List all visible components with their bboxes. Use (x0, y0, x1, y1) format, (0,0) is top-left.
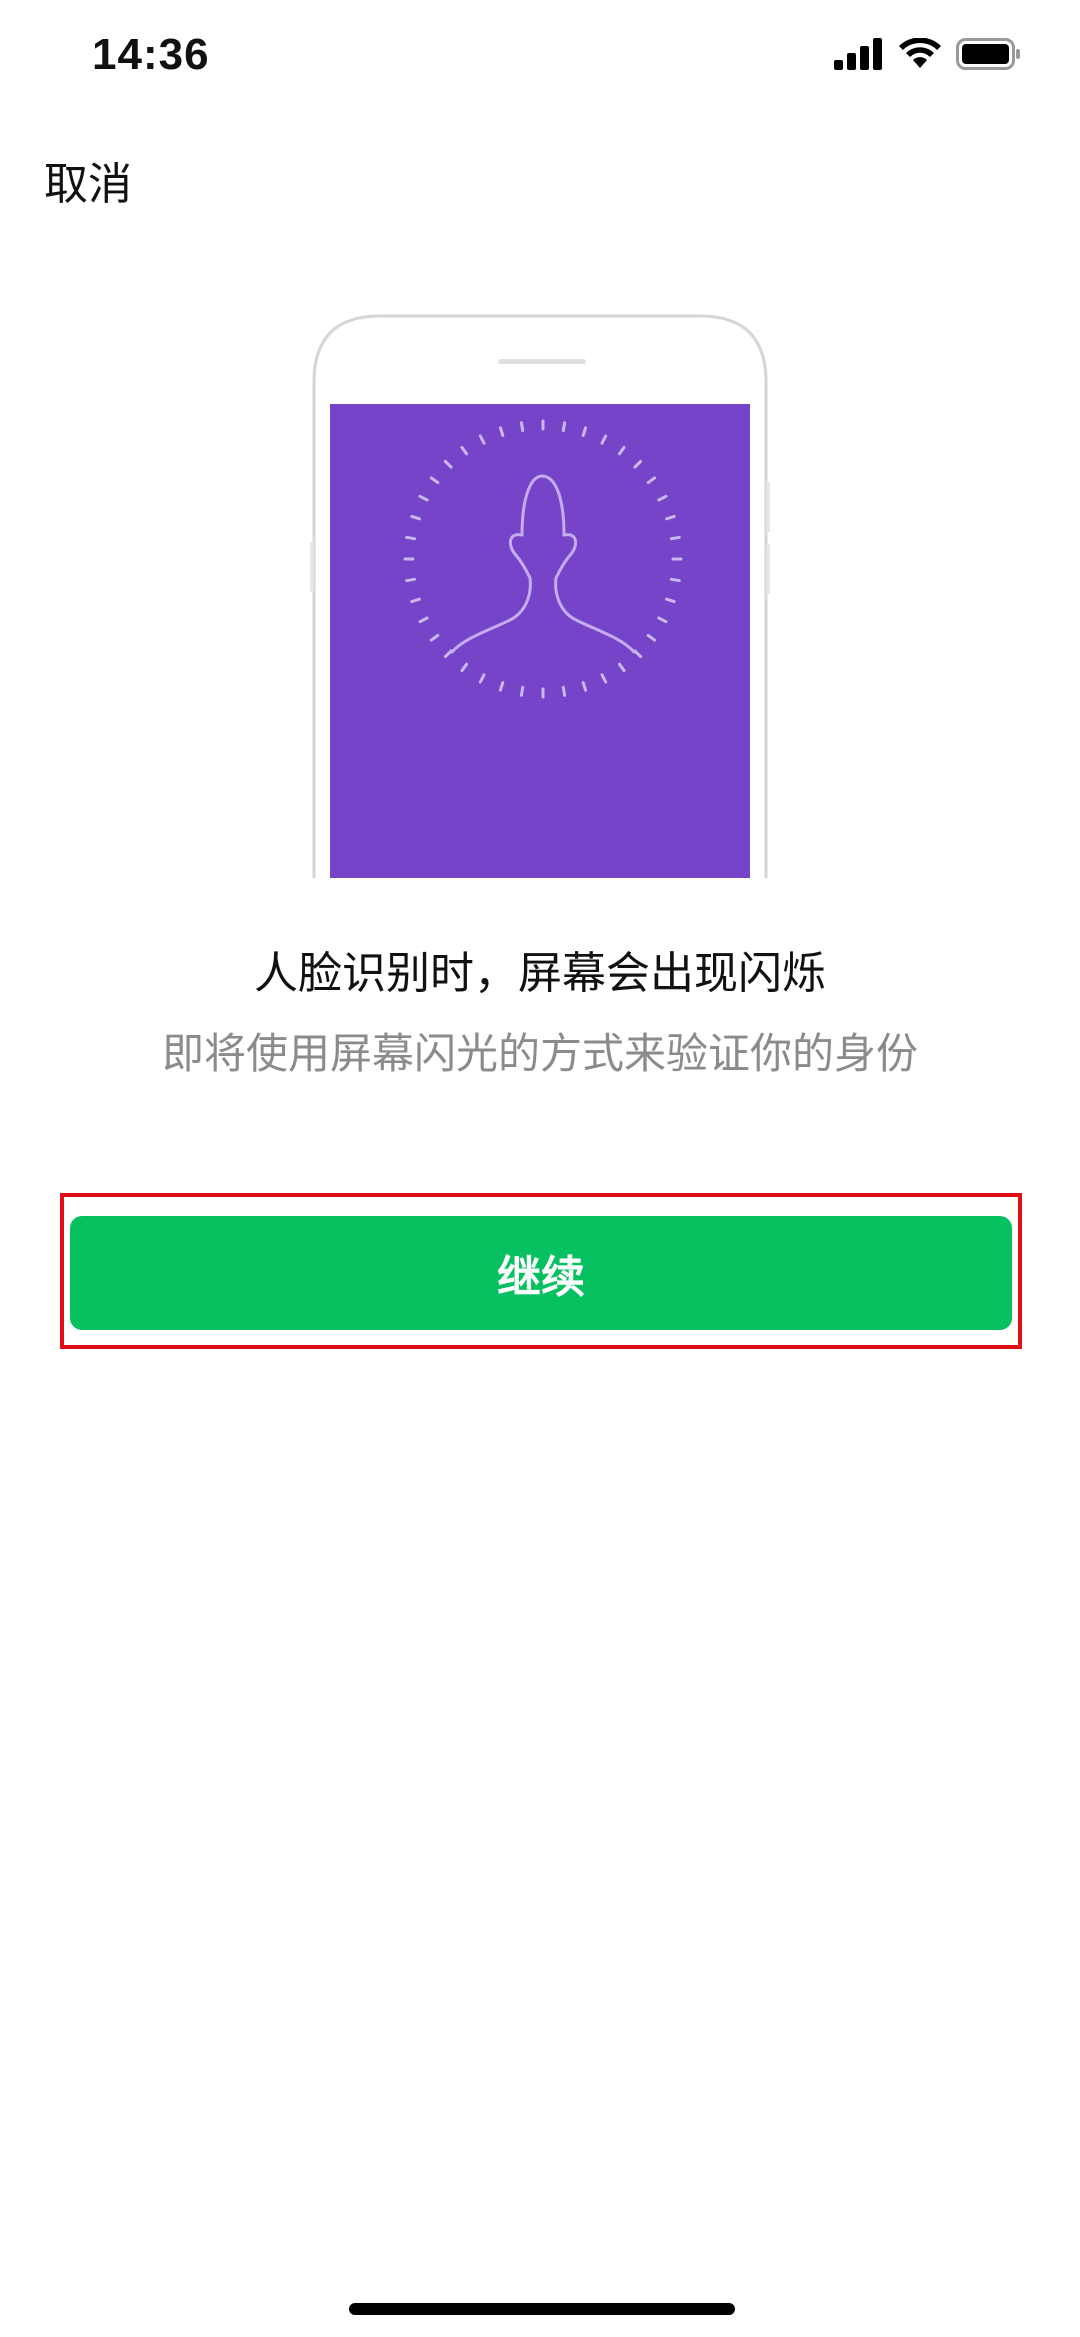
phone-side-button (766, 482, 770, 532)
phone-side-button (310, 542, 314, 592)
scan-ring-tick (519, 685, 525, 697)
status-icons (834, 38, 1022, 70)
phone-speaker (498, 359, 586, 364)
scan-ring-tick (519, 421, 525, 433)
scan-ring-tick (669, 535, 681, 541)
home-indicator (349, 2303, 735, 2315)
phone-side-button (766, 544, 770, 594)
signal-icon (834, 38, 882, 70)
phone-illustration (310, 314, 770, 878)
cancel-button[interactable]: 取消 (44, 148, 132, 212)
wifi-icon (899, 38, 941, 68)
scan-ring-tick (669, 577, 681, 583)
battery-icon (956, 38, 1020, 70)
status-bar: 14:36 (0, 0, 1080, 120)
headline: 人脸识别时，屏幕会出现闪烁 (254, 948, 826, 999)
continue-button[interactable]: 继续 (70, 1216, 1012, 1330)
scan-ring-tick (561, 685, 567, 697)
status-time: 14:36 (92, 30, 210, 79)
scan-ring-tick (561, 421, 567, 433)
subline: 即将使用屏幕闪光的方式来验证你的身份 (161, 1029, 918, 1078)
scan-ring-tick (405, 535, 417, 541)
scan-ring-tick (405, 577, 417, 583)
